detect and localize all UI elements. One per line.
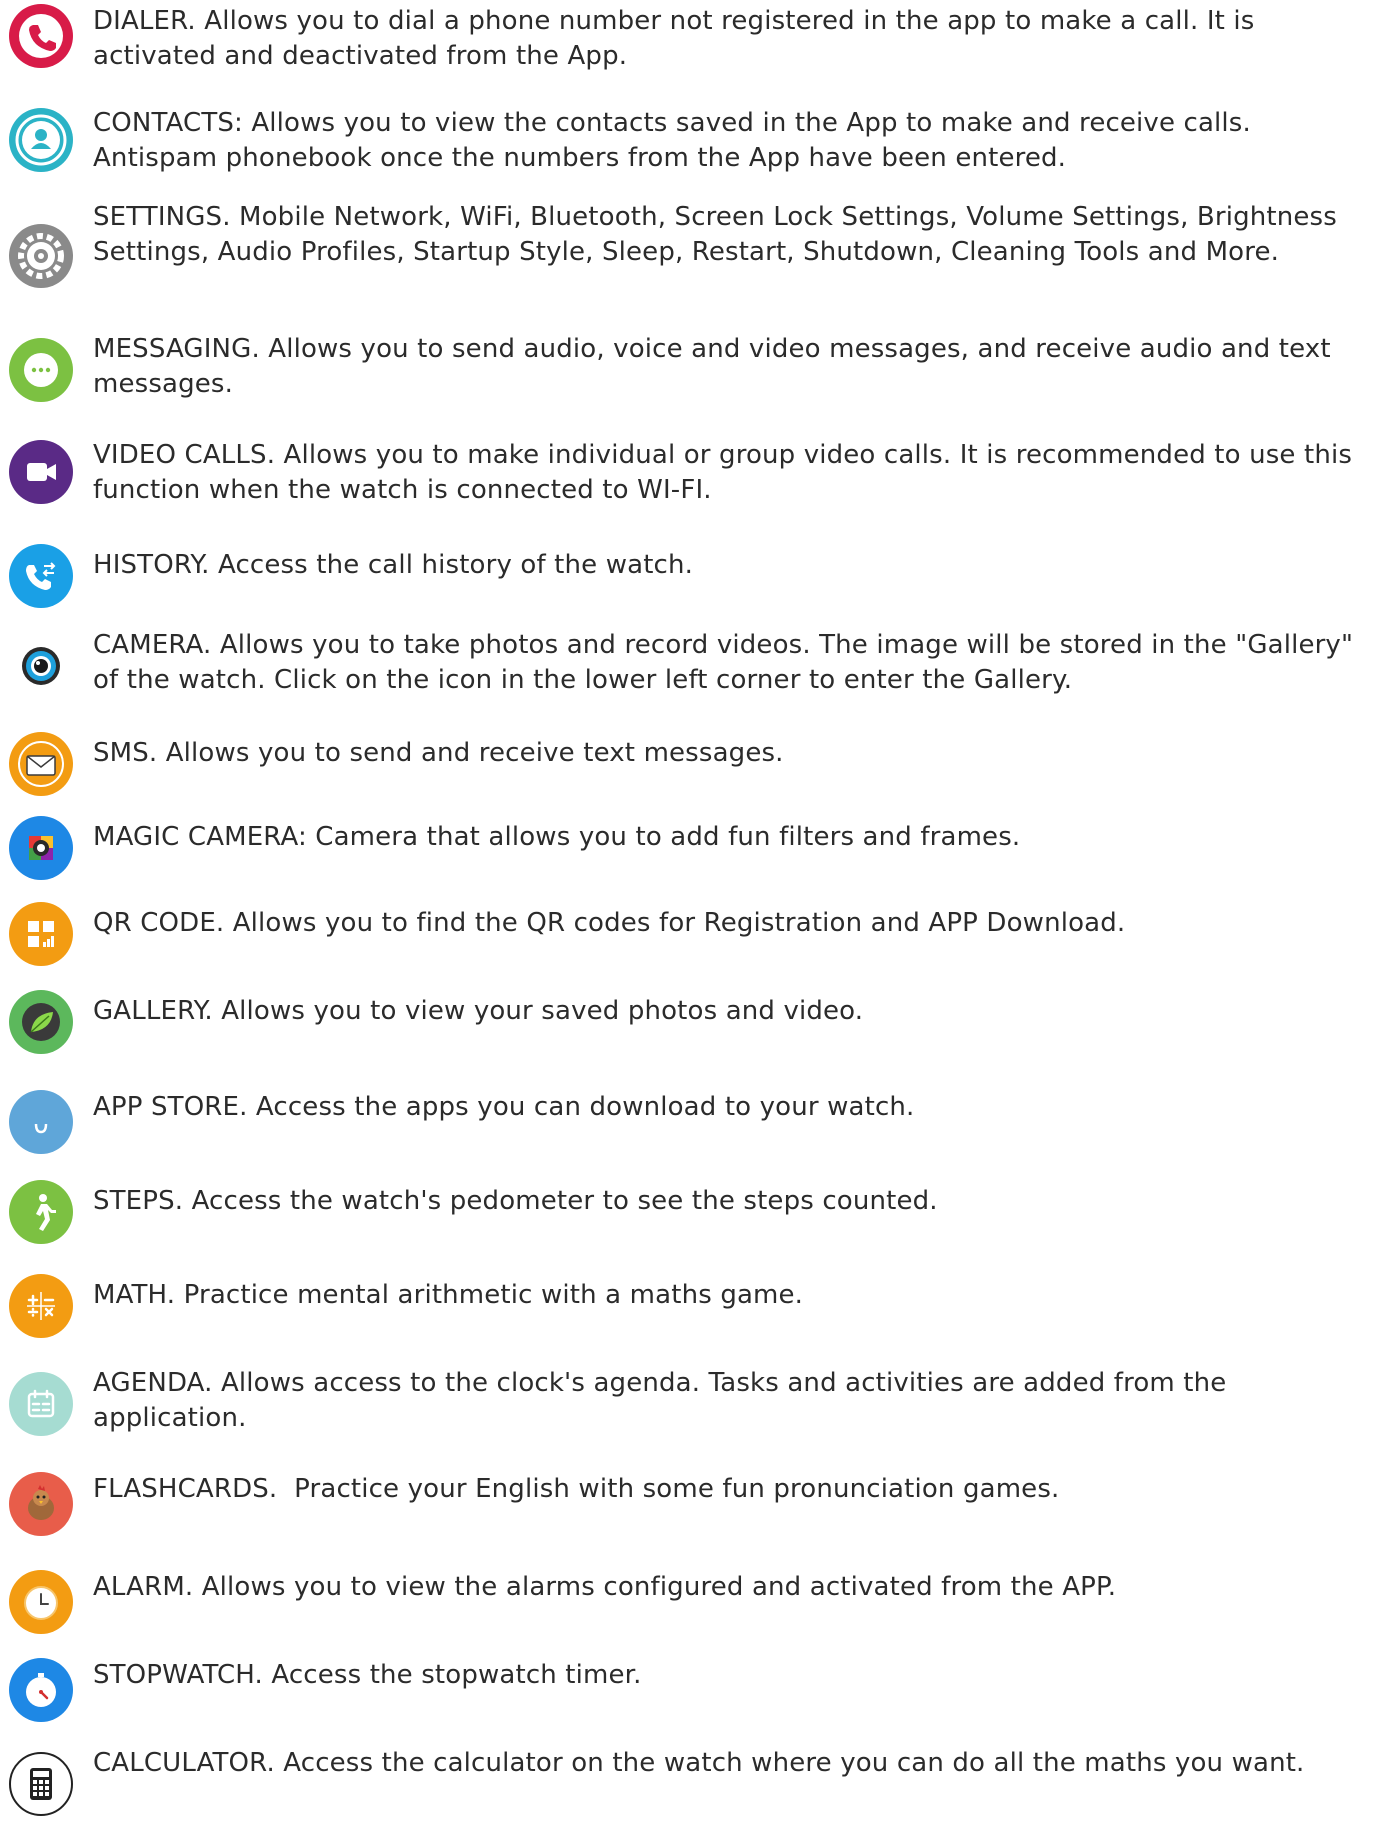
magic-camera-icon — [9, 816, 73, 880]
contacts-description: CONTACTS: Allows you to view the contact… — [93, 108, 1260, 173]
flashcards-description: FLASHCARDS. Practice your English with s… — [93, 1474, 1060, 1504]
agenda-description: AGENDA. Allows access to the clock's age… — [93, 1368, 1235, 1433]
sms-description: SMS. Allows you to send and receive text… — [93, 738, 784, 768]
app-store-description: APP STORE. Access the apps you can downl… — [93, 1092, 915, 1122]
chat-bubble-icon — [9, 338, 73, 402]
camera-description: CAMERA. Allows you to take photos and re… — [93, 630, 1362, 695]
gallery-leaf-icon — [9, 990, 73, 1054]
messaging-description: MESSAGING. Allows you to send audio, voi… — [93, 334, 1340, 399]
settings-description: SETTINGS. Mobile Network, WiFi, Bluetoot… — [93, 202, 1346, 267]
qr-code-description: QR CODE. Allows you to find the QR codes… — [93, 908, 1126, 938]
call-history-icon — [9, 544, 73, 608]
gear-icon — [9, 224, 73, 288]
camera-lens-icon — [9, 634, 73, 698]
chicken-icon — [9, 1472, 73, 1536]
magic-camera-description: MAGIC CAMERA: Camera that allows you to … — [93, 822, 1021, 852]
calculator-description: CALCULATOR. Access the calculator on the… — [93, 1748, 1305, 1778]
calculator-icon — [9, 1752, 73, 1816]
contact-icon — [9, 108, 73, 172]
video-camera-icon — [9, 440, 73, 504]
math-description: MATH. Practice mental arithmetic with a … — [93, 1280, 804, 1310]
math-operators-icon — [9, 1274, 73, 1338]
calendar-icon — [9, 1372, 73, 1436]
video-calls-description: VIDEO CALLS. Allows you to make individu… — [93, 440, 1361, 505]
alarm-description: ALARM. Allows you to view the alarms con… — [93, 1572, 1117, 1602]
phone-icon — [9, 4, 73, 68]
alarm-clock-icon — [9, 1570, 73, 1634]
app-store-icon — [9, 1090, 73, 1154]
stopwatch-icon — [9, 1658, 73, 1722]
qr-code-icon — [9, 902, 73, 966]
stopwatch-description: STOPWATCH. Access the stopwatch timer. — [93, 1660, 642, 1690]
steps-description: STEPS. Access the watch's pedometer to s… — [93, 1186, 938, 1216]
gallery-description: GALLERY. Allows you to view your saved p… — [93, 996, 864, 1026]
dialer-description: DIALER. Allows you to dial a phone numbe… — [93, 6, 1263, 71]
envelope-icon — [9, 732, 73, 796]
walking-person-icon — [9, 1180, 73, 1244]
history-description: HISTORY. Access the call history of the … — [93, 550, 694, 580]
